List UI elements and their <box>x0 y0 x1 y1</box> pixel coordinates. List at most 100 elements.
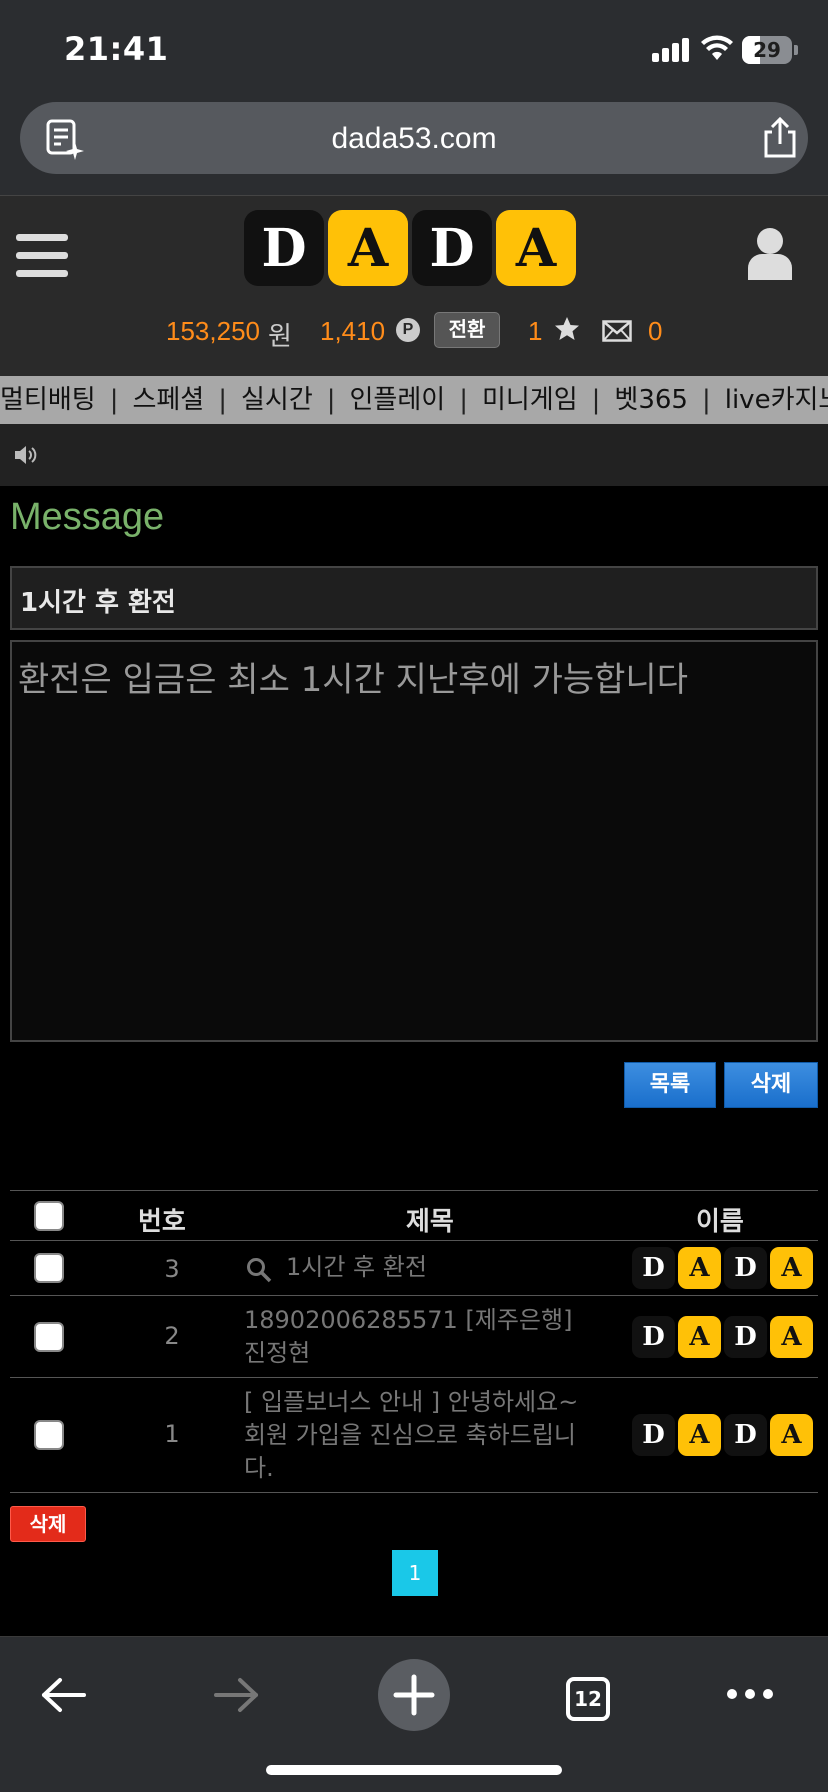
table-row[interactable]: 3 1시간 후 환전 D A D A <box>10 1241 818 1296</box>
status-time: 21:41 <box>64 30 169 68</box>
star-count[interactable]: 1 <box>528 316 542 347</box>
url-text: dada53.com <box>331 122 497 155</box>
nav-separator: | <box>218 385 227 415</box>
row-subject[interactable]: 18902006285571 [제주은행] 진정현 <box>244 1304 624 1370</box>
row-subject-line: [ 입플보너스 안내 ] 안녕하세요~ <box>244 1388 579 1416</box>
star-icon[interactable] <box>554 316 580 342</box>
page-title: Message <box>10 496 165 538</box>
delete-button[interactable]: 삭제 <box>724 1062 818 1108</box>
category-nav: 멀티배팅 | 스페셜 | 실시간 | 인플레이 | 미니게임 | 벳365 | live카지노 <box>0 376 828 424</box>
row-subject-line: 진정현 <box>244 1339 311 1367</box>
row-subject-line: 회원 가입을 진심으로 축하드립니 <box>244 1421 577 1449</box>
row-subject[interactable]: 1시간 후 환전 <box>286 1251 666 1284</box>
header-subject: 제목 <box>406 1207 454 1237</box>
row-subject-line: 다. <box>244 1454 274 1482</box>
table-row[interactable]: 1 [ 입플보너스 안내 ] 안녕하세요~ 회원 가입을 진심으로 축하드립니 … <box>10 1378 818 1493</box>
browser-toolbar: 12 <box>0 1636 828 1792</box>
logo-letter: A <box>678 1316 721 1358</box>
logo-letter: A <box>678 1247 721 1289</box>
forward-icon[interactable] <box>214 1677 260 1713</box>
row-checkbox[interactable] <box>34 1420 64 1450</box>
logo-letter: A <box>678 1414 721 1456</box>
logo-letter: A <box>496 210 576 286</box>
message-table: 번호 제목 이름 3 1시간 후 환전 D A D A 2 1890200628… <box>10 1190 818 1493</box>
pagination-page[interactable]: 1 <box>392 1550 438 1596</box>
balance-row: 153,250 원 1,410 P 전환 1 0 <box>0 312 828 352</box>
sender-logo: D A D A <box>632 1414 813 1456</box>
list-button[interactable]: 목록 <box>624 1062 716 1108</box>
announcement-bar <box>0 424 828 486</box>
logo-letter: D <box>412 210 492 286</box>
logo-letter: D <box>244 210 324 286</box>
nav-separator: | <box>109 385 119 415</box>
plus-icon <box>393 1674 435 1716</box>
logo-letter: D <box>632 1414 675 1456</box>
points-balance: 1,410 <box>320 316 386 346</box>
row-checkbox[interactable] <box>34 1253 64 1283</box>
nav-item-multi[interactable]: 멀티배팅 <box>0 376 96 424</box>
logo-letter: D <box>632 1316 675 1358</box>
points-icon: P <box>396 318 420 342</box>
mail-icon[interactable] <box>602 320 632 342</box>
message-body-text: 환전은 입금은 최소 1시간 지난후에 가능합니다 <box>18 660 688 700</box>
logo-letter: A <box>770 1247 813 1289</box>
logo-letter: A <box>770 1414 813 1456</box>
nav-item-bet365[interactable]: 벳365 <box>614 376 688 424</box>
nav-separator: | <box>459 385 468 415</box>
menu-icon[interactable] <box>16 234 68 278</box>
table-header: 번호 제목 이름 <box>10 1191 818 1241</box>
nav-item-special[interactable]: 스페셜 <box>132 376 204 424</box>
mail-count[interactable]: 0 <box>648 316 662 347</box>
logo-letter: A <box>328 210 408 286</box>
message-subject-text: 1시간 후 환전 <box>20 588 176 618</box>
speaker-icon[interactable] <box>14 444 40 466</box>
search-icon <box>247 1258 272 1283</box>
cellular-signal-icon <box>652 38 692 62</box>
battery-level: 29 <box>753 38 781 62</box>
battery-indicator: 29 <box>742 36 792 64</box>
header-number: 번호 <box>138 1207 186 1237</box>
row-checkbox[interactable] <box>34 1322 64 1352</box>
nav-item-inplay[interactable]: 인플레이 <box>350 376 446 424</box>
back-icon[interactable] <box>40 1677 86 1713</box>
row-number: 3 <box>164 1255 180 1283</box>
row-subject[interactable]: [ 입플보너스 안내 ] 안녕하세요~ 회원 가입을 진심으로 축하드립니 다. <box>244 1386 624 1485</box>
row-number: 1 <box>164 1420 180 1448</box>
nav-separator: | <box>326 385 336 415</box>
nav-item-minigame[interactable]: 미니게임 <box>482 376 578 424</box>
delete-selected-button[interactable]: 삭제 <box>10 1506 86 1542</box>
wifi-icon <box>701 35 733 60</box>
logo-letter: D <box>632 1247 675 1289</box>
status-bar: 21:41 29 <box>0 0 828 96</box>
home-indicator <box>266 1765 562 1775</box>
site-logo[interactable]: D A D A <box>244 210 576 286</box>
browser-url-area: dada53.com <box>0 96 828 196</box>
header-name: 이름 <box>696 1207 744 1237</box>
share-icon[interactable] <box>760 116 800 160</box>
nav-separator: | <box>701 385 711 415</box>
site-header: D A D A 153,250 원 1,410 P 전환 1 0 <box>0 196 828 376</box>
currency-unit: 원 <box>268 321 292 351</box>
logo-letter: A <box>770 1316 813 1358</box>
tabs-icon[interactable]: 12 <box>566 1677 610 1721</box>
nav-item-live-casino[interactable]: live카지노 <box>725 376 828 424</box>
user-icon[interactable] <box>746 226 794 280</box>
message-body: 환전은 입금은 최소 1시간 지난후에 가능합니다 <box>10 640 818 1042</box>
logo-letter: D <box>724 1414 767 1456</box>
row-number: 2 <box>164 1322 180 1350</box>
convert-button[interactable]: 전환 <box>434 312 500 348</box>
logo-letter: D <box>724 1316 767 1358</box>
logo-letter: D <box>724 1247 767 1289</box>
cash-balance: 153,250 <box>166 316 260 346</box>
table-row[interactable]: 2 18902006285571 [제주은행] 진정현 D A D A <box>10 1296 818 1378</box>
sender-logo: D A D A <box>632 1316 813 1358</box>
row-subject-line: 18902006285571 [제주은행] <box>244 1306 573 1334</box>
battery-tip <box>794 45 798 55</box>
nav-item-live[interactable]: 실시간 <box>241 376 313 424</box>
new-tab-button[interactable] <box>378 1659 450 1731</box>
message-subject: 1시간 후 환전 <box>10 566 818 630</box>
address-bar[interactable]: dada53.com <box>20 102 808 174</box>
select-all-checkbox[interactable] <box>34 1201 64 1231</box>
more-icon[interactable] <box>726 1687 774 1701</box>
nav-separator: | <box>591 385 601 415</box>
